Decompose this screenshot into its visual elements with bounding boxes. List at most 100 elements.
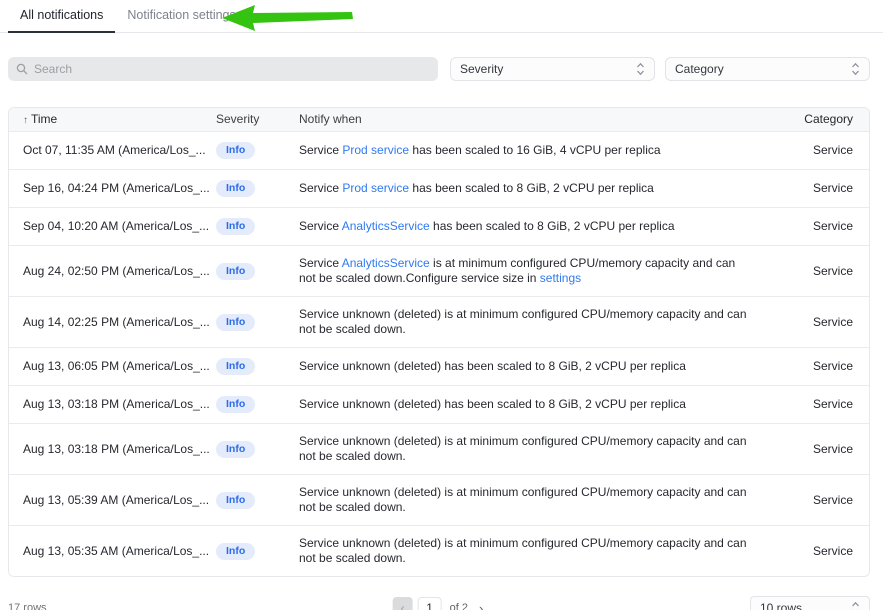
- severity-badge: Info: [216, 263, 255, 280]
- row-time: Aug 13, 05:39 AM (America/Los_...: [9, 483, 216, 518]
- row-time: Sep 16, 04:24 PM (America/Los_...: [9, 171, 216, 206]
- severity-badge: Info: [216, 142, 255, 159]
- row-category: Service: [773, 349, 869, 384]
- row-severity: Info: [216, 304, 299, 341]
- row-severity: Info: [216, 132, 299, 169]
- message-text: Service: [299, 181, 342, 195]
- row-severity: Info: [216, 253, 299, 290]
- row-time: Aug 13, 05:35 AM (America/Los_...: [9, 534, 216, 569]
- table-row[interactable]: Aug 24, 02:50 PM (America/Los_... Info S…: [9, 246, 869, 297]
- table-body: Oct 07, 11:35 AM (America/Los_... Info S…: [9, 132, 869, 576]
- message-text: Service unknown (deleted) has been scale…: [299, 359, 686, 373]
- row-time: Aug 24, 02:50 PM (America/Los_...: [9, 254, 216, 289]
- severity-badge: Info: [216, 492, 255, 509]
- row-category: Service: [773, 305, 869, 340]
- message-text: has been scaled to 8 GiB, 2 vCPU per rep…: [409, 181, 654, 195]
- severity-badge: Info: [216, 358, 255, 375]
- row-notify-when: Service unknown (deleted) is at minimum …: [299, 297, 749, 347]
- next-page-button[interactable]: ›: [477, 601, 485, 610]
- row-notify-when: Service Prod service has been scaled to …: [299, 171, 749, 206]
- table-row[interactable]: Aug 13, 06:05 PM (America/Los_... Info S…: [9, 348, 869, 386]
- row-notify-when: Service unknown (deleted) is at minimum …: [299, 526, 749, 576]
- table-row[interactable]: Aug 14, 02:25 PM (America/Los_... Info S…: [9, 297, 869, 348]
- row-category: Service: [773, 534, 869, 569]
- message-text: Service: [299, 256, 342, 270]
- message-link[interactable]: AnalyticsService: [342, 219, 430, 233]
- page-size-select[interactable]: 10 rows: [750, 596, 870, 610]
- tab-all-notifications[interactable]: All notifications: [8, 0, 115, 32]
- message-text: Service: [299, 219, 342, 233]
- message-text: has been scaled to 8 GiB, 2 vCPU per rep…: [430, 219, 675, 233]
- row-category: Service: [773, 254, 869, 289]
- column-header-severity[interactable]: Severity: [216, 112, 299, 127]
- sort-ascending-icon: ↑: [23, 115, 28, 126]
- message-link[interactable]: AnalyticsService: [342, 256, 430, 270]
- filter-row: Severity Category: [8, 57, 870, 81]
- row-notify-when: Service unknown (deleted) has been scale…: [299, 387, 749, 422]
- severity-badge: Info: [216, 314, 255, 331]
- severity-badge: Info: [216, 218, 255, 235]
- severity-badge: Info: [216, 543, 255, 560]
- table-row[interactable]: Aug 13, 03:18 PM (America/Los_... Info S…: [9, 424, 869, 475]
- row-severity: Info: [216, 208, 299, 245]
- table-footer: 17 rows ‹ of 2 › 10 rows: [8, 595, 870, 610]
- green-annotation-arrow-icon: [222, 4, 353, 32]
- table-row[interactable]: Aug 13, 05:39 AM (America/Los_... Info S…: [9, 475, 869, 526]
- row-category: Service: [773, 432, 869, 467]
- message-text: Service unknown (deleted) has been scale…: [299, 397, 686, 411]
- message-link[interactable]: Prod service: [342, 181, 409, 195]
- table-row[interactable]: Aug 13, 03:18 PM (America/Los_... Info S…: [9, 386, 869, 424]
- table-row[interactable]: Sep 04, 10:20 AM (America/Los_... Info S…: [9, 208, 869, 246]
- row-severity: Info: [216, 386, 299, 423]
- severity-badge: Info: [216, 396, 255, 413]
- severity-select-value: Severity: [460, 62, 503, 76]
- table-row[interactable]: Oct 07, 11:35 AM (America/Los_... Info S…: [9, 132, 869, 170]
- row-time: Sep 04, 10:20 AM (America/Los_...: [9, 209, 216, 244]
- row-severity: Info: [216, 431, 299, 468]
- row-time: Aug 13, 03:18 PM (America/Los_...: [9, 387, 216, 422]
- message-text: has been scaled to 16 GiB, 4 vCPU per re…: [409, 143, 660, 157]
- message-text: Service unknown (deleted) is at minimum …: [299, 307, 747, 336]
- category-select[interactable]: Category: [665, 57, 870, 81]
- message-text: Service unknown (deleted) is at minimum …: [299, 434, 747, 463]
- row-notify-when: Service AnalyticsService has been scaled…: [299, 209, 749, 244]
- row-count-label: 17 rows: [8, 602, 47, 610]
- page-size-value: 10 rows: [760, 601, 802, 610]
- row-notify-when: Service Prod service has been scaled to …: [299, 133, 749, 168]
- column-header-time[interactable]: ↑Time: [9, 112, 216, 128]
- message-link[interactable]: Prod service: [342, 143, 409, 157]
- notifications-table: ↑Time Severity Notify when Category Oct …: [8, 107, 870, 577]
- row-notify-when: Service unknown (deleted) is at minimum …: [299, 424, 749, 474]
- chevron-updown-icon: [851, 601, 860, 610]
- row-category: Service: [773, 209, 869, 244]
- category-select-value: Category: [675, 62, 724, 76]
- search-input-wrapper[interactable]: [8, 57, 438, 81]
- severity-badge: Info: [216, 180, 255, 197]
- message-link[interactable]: settings: [540, 271, 581, 285]
- row-category: Service: [773, 483, 869, 518]
- page-number-input[interactable]: [418, 597, 442, 610]
- row-category: Service: [773, 171, 869, 206]
- search-input[interactable]: [34, 62, 430, 76]
- row-time: Aug 13, 03:18 PM (America/Los_...: [9, 432, 216, 467]
- row-severity: Info: [216, 170, 299, 207]
- column-header-notify-when[interactable]: Notify when: [299, 112, 773, 127]
- search-icon: [16, 63, 28, 75]
- row-time: Aug 14, 02:25 PM (America/Los_...: [9, 305, 216, 340]
- tab-bar: All notifications Notification settings: [0, 0, 883, 33]
- table-row[interactable]: Aug 13, 05:35 AM (America/Los_... Info S…: [9, 526, 869, 576]
- row-notify-when: Service AnalyticsService is at minimum c…: [299, 246, 749, 296]
- table-row[interactable]: Sep 16, 04:24 PM (America/Los_... Info S…: [9, 170, 869, 208]
- row-severity: Info: [216, 533, 299, 570]
- row-time: Oct 07, 11:35 AM (America/Los_...: [9, 133, 216, 168]
- row-severity: Info: [216, 482, 299, 519]
- row-severity: Info: [216, 348, 299, 385]
- previous-page-button[interactable]: ‹: [393, 597, 413, 610]
- severity-badge: Info: [216, 441, 255, 458]
- severity-select[interactable]: Severity: [450, 57, 655, 81]
- chevron-updown-icon: [851, 62, 860, 76]
- message-text: Service: [299, 143, 342, 157]
- message-text: Service unknown (deleted) is at minimum …: [299, 485, 747, 514]
- row-notify-when: Service unknown (deleted) is at minimum …: [299, 475, 749, 525]
- column-header-category[interactable]: Category: [773, 112, 869, 127]
